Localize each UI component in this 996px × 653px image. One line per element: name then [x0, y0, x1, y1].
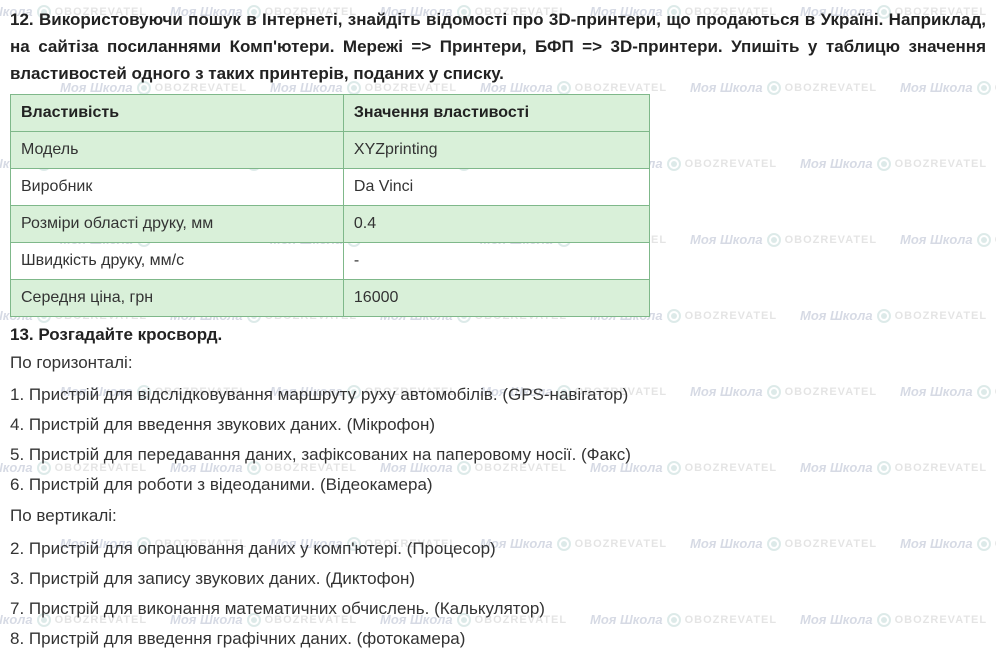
- table-row: Виробник Da Vinci: [11, 168, 650, 205]
- clue-vertical: 2. Пристрій для опрацювання даних у комп…: [10, 534, 986, 564]
- table-cell: Da Vinci: [343, 168, 649, 205]
- table-cell: 16000: [343, 279, 649, 316]
- table-cell: Модель: [11, 131, 344, 168]
- clue-horizontal: 5. Пристрій для передавання даних, зафік…: [10, 440, 986, 470]
- clue-horizontal: 4. Пристрій для введення звукових даних.…: [10, 410, 986, 440]
- table-row: Модель XYZprinting: [11, 131, 650, 168]
- printer-table: Властивість Значення властивості Модель …: [10, 94, 650, 317]
- clue-vertical: 7. Пристрій для виконання математичних о…: [10, 594, 986, 624]
- table-cell: 0.4: [343, 205, 649, 242]
- clue-horizontal: 1. Пристрій для відслідковування маршрут…: [10, 380, 986, 410]
- table-header-property: Властивість: [11, 94, 344, 131]
- clue-vertical: 8. Пристрій для введення графічних даних…: [10, 624, 986, 653]
- question-13-heading: 13. Розгадайте кросворд.: [10, 325, 986, 345]
- clue-horizontal: 6. Пристрій для роботи з відеоданими. (В…: [10, 470, 986, 500]
- page-content: 12. Використовуючи пошук в Інтернеті, зн…: [10, 6, 986, 653]
- table-cell: Розміри області друку, мм: [11, 205, 344, 242]
- table-row: Розміри області друку, мм 0.4: [11, 205, 650, 242]
- table-cell: Виробник: [11, 168, 344, 205]
- table-cell: Швидкість друку, мм/с: [11, 242, 344, 279]
- vertical-label: По вертикалі:: [10, 502, 986, 531]
- table-row: Середня ціна, грн 16000: [11, 279, 650, 316]
- table-cell: Середня ціна, грн: [11, 279, 344, 316]
- question-12-heading: 12. Використовуючи пошук в Інтернеті, зн…: [10, 6, 986, 88]
- table-header-value: Значення властивості: [343, 94, 649, 131]
- table-cell: XYZprinting: [343, 131, 649, 168]
- table-row: Швидкість друку, мм/с -: [11, 242, 650, 279]
- table-cell: -: [343, 242, 649, 279]
- horizontal-label: По горизонталі:: [10, 349, 986, 378]
- clue-vertical: 3. Пристрій для запису звукових даних. (…: [10, 564, 986, 594]
